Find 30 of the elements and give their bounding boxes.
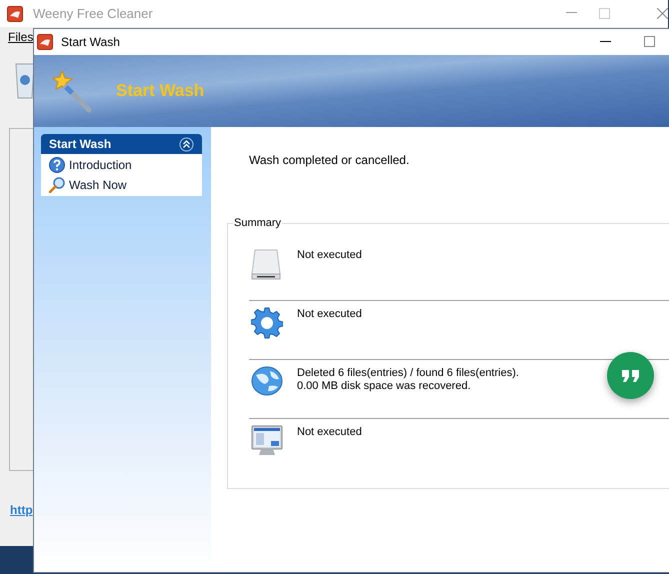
website-link[interactable]: http	[10, 501, 33, 519]
help-icon	[49, 157, 65, 173]
group-title: Summary	[233, 217, 282, 230]
app-logo-icon	[37, 34, 53, 50]
summary-text: 0.00 MB disk space was recovered.	[297, 380, 472, 393]
task-panel-header[interactable]: Start Wash	[41, 134, 202, 154]
task-panel-title: Start Wash	[49, 136, 112, 153]
magnifier-icon	[49, 177, 65, 193]
summary-text: Not executed	[297, 308, 362, 321]
maximize-icon[interactable]	[644, 36, 655, 47]
task-link[interactable]: Wash Now	[69, 176, 127, 194]
monitor-icon	[251, 425, 283, 457]
close-icon[interactable]	[657, 8, 668, 19]
summary-text: Deleted 6 files(entries) / found 6 files(entries).	[297, 367, 519, 380]
gear-icon	[251, 307, 283, 339]
drive-icon	[251, 248, 281, 280]
collapse-icon[interactable]	[179, 136, 194, 152]
menu-item[interactable]: Files	[8, 28, 34, 46]
status-message: Wash completed or cancelled.	[249, 152, 410, 169]
summary-text: Not executed	[297, 426, 362, 439]
summary-text: Not executed	[297, 249, 362, 262]
minimize-icon[interactable]	[600, 41, 611, 43]
window-title: Weeny Free Cleaner	[33, 4, 153, 23]
globe-icon	[251, 366, 283, 396]
dialog-title: Start Wash	[61, 34, 120, 51]
quote-icon	[620, 368, 640, 382]
banner-title: Start Wash	[116, 80, 204, 102]
app-logo-icon	[7, 6, 23, 22]
magic-wand-icon	[52, 69, 92, 113]
task-link[interactable]: Introduction	[69, 156, 132, 174]
